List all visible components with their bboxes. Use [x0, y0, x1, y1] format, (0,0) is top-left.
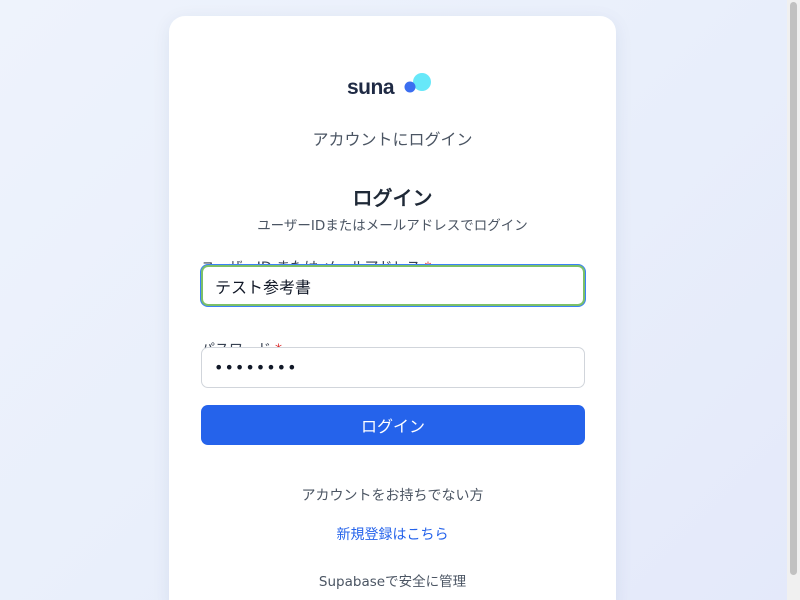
scrollbar-thumb[interactable]	[790, 2, 797, 575]
brand-header: suna	[169, 68, 616, 99]
bubbles-logo-icon	[404, 73, 431, 93]
page-title: ログイン	[352, 186, 433, 210]
register-link[interactable]: 新規登録はこちら	[169, 524, 616, 544]
no-account-text: アカウントをお持ちでない方	[301, 488, 484, 504]
brand-name: suna	[347, 76, 395, 99]
footer-note: Supabaseで安全に管理	[318, 574, 467, 590]
login-card: suna アカウントにログイン ログイン ユーザーIDまたはメールアドレスでログ…	[169, 16, 616, 600]
page-description: ユーザーIDまたはメールアドレスでログイン	[257, 218, 528, 234]
user-id-input[interactable]	[201, 265, 585, 306]
login-button[interactable]: ログイン	[201, 405, 585, 445]
password-input[interactable]	[201, 347, 585, 388]
page-subtitle: アカウントにログイン	[312, 130, 473, 149]
page-scrollbar[interactable]	[787, 0, 800, 600]
